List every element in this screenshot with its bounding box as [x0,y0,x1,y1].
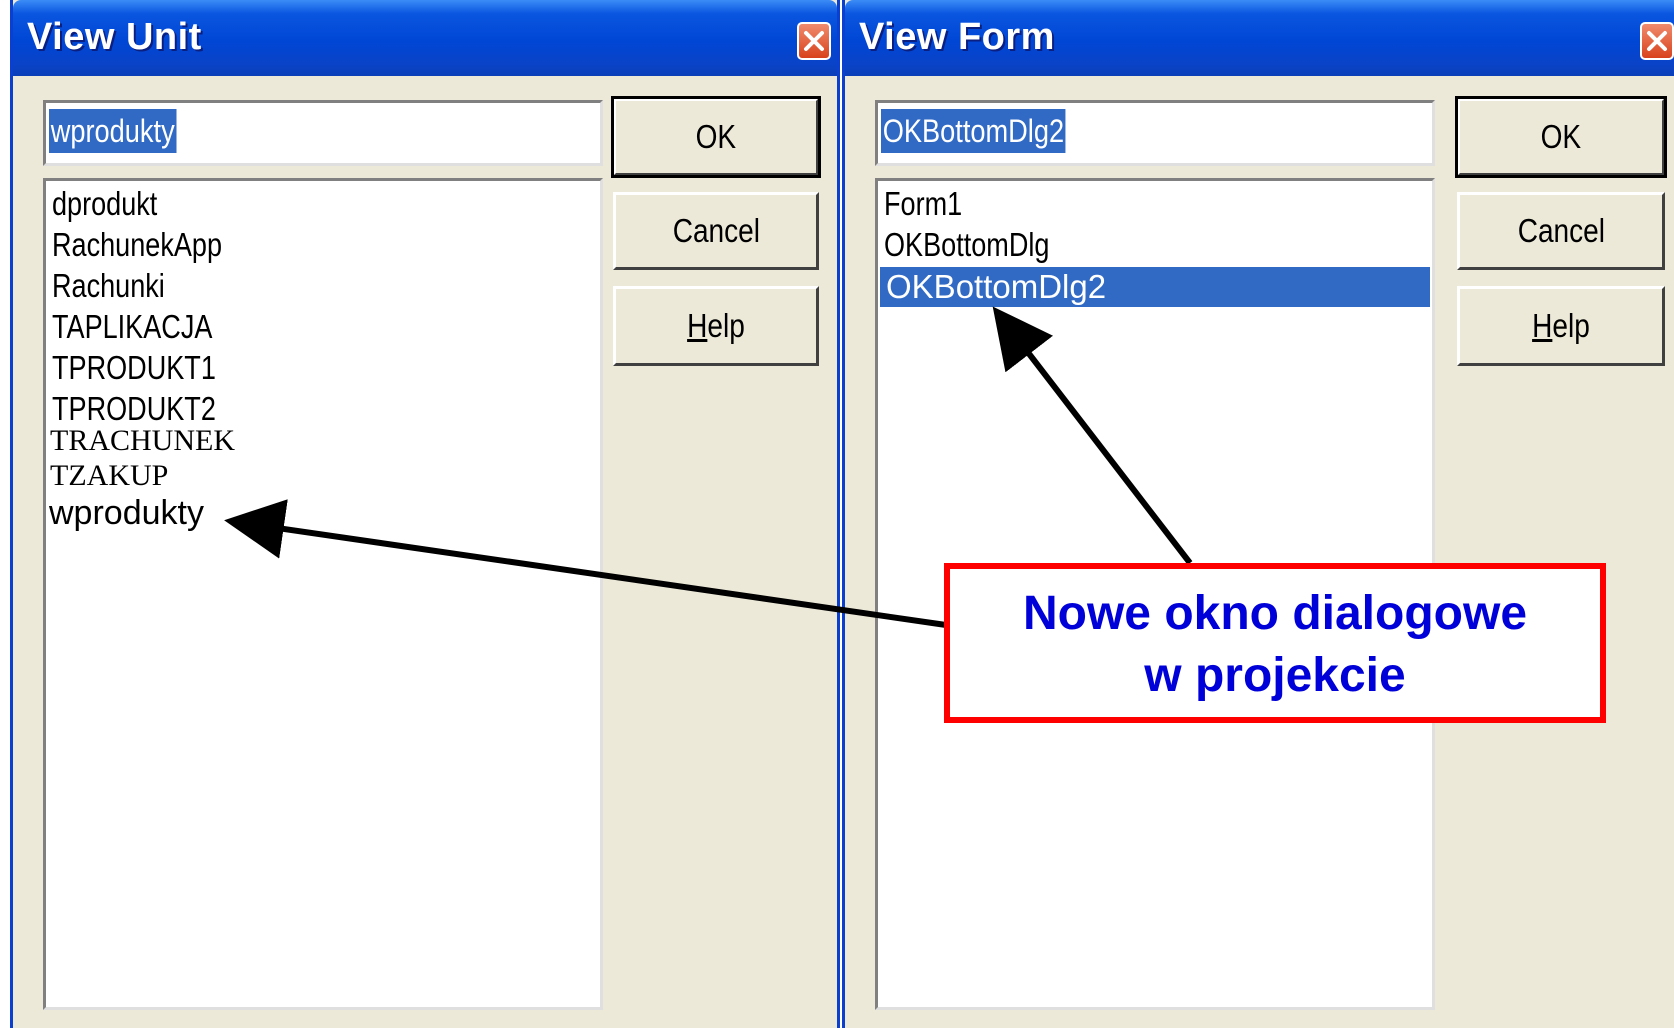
annotation-callout: Nowe okno dialogowe w projekcie [944,563,1606,723]
arrow-to-okbottomdlg2 [992,306,1193,565]
annotation-arrows [224,306,1193,628]
arrow-to-wprodukty [224,499,947,628]
callout-line-1: Nowe okno dialogowe [1022,587,1528,640]
callout-line-2: w projekcie [1144,649,1406,702]
